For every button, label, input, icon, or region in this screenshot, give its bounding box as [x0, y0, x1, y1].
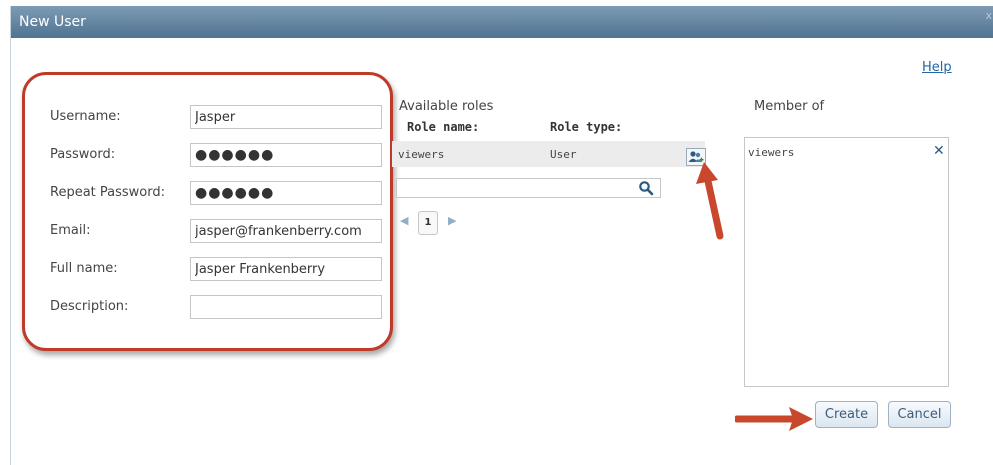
email-row: Email: — [50, 219, 382, 243]
roles-table-header: Role name: Role type: — [397, 120, 717, 140]
role-search-input[interactable] — [397, 179, 635, 197]
repeat-password-label: Repeat Password: — [50, 185, 165, 200]
email-input[interactable] — [190, 219, 382, 243]
role-search-field[interactable] — [396, 178, 661, 198]
email-label: Email: — [50, 223, 91, 238]
pager-page-1[interactable]: 1 — [418, 211, 438, 235]
cancel-button[interactable]: Cancel — [888, 401, 951, 428]
member-of-list: viewers ✕ — [744, 137, 949, 387]
description-input[interactable] — [190, 295, 382, 319]
close-button[interactable]: x — [985, 9, 992, 22]
dialog-titlebar[interactable]: New User x — [11, 6, 993, 38]
role-name-header: Role name: — [407, 120, 480, 134]
pager-prev-button[interactable]: ◀ — [400, 214, 408, 227]
password-input[interactable] — [190, 143, 382, 167]
repeat-password-row: Repeat Password: — [50, 181, 382, 205]
member-of-title: Member of — [754, 99, 825, 114]
remove-membership-button[interactable]: ✕ — [933, 143, 945, 159]
username-row: Username: — [50, 105, 382, 129]
repeat-password-input[interactable] — [190, 181, 382, 205]
description-label: Description: — [50, 299, 129, 314]
username-input[interactable] — [190, 105, 382, 129]
pager-next-button[interactable]: ▶ — [448, 214, 456, 227]
dialog-title: New User — [19, 14, 86, 30]
password-row: Password: — [50, 143, 382, 167]
create-button[interactable]: Create — [815, 401, 878, 428]
role-type-cell: User — [550, 148, 577, 161]
role-type-header: Role type: — [550, 120, 623, 134]
annotation-arrow-right — [735, 407, 813, 431]
annotation-arrow-up — [696, 162, 724, 240]
table-row[interactable]: viewers User — [392, 141, 705, 167]
user-details-form: Username: Password: Repeat Password: Ema… — [22, 72, 393, 351]
password-label: Password: — [50, 147, 116, 162]
fullname-label: Full name: — [50, 261, 118, 276]
help-link[interactable]: Help — [922, 60, 952, 75]
fullname-row: Full name: — [50, 257, 382, 281]
description-row: Description: — [50, 295, 382, 319]
search-icon[interactable] — [638, 180, 654, 196]
fullname-input[interactable] — [190, 257, 382, 281]
list-item: viewers — [748, 146, 795, 159]
role-name-cell: viewers — [398, 148, 445, 161]
username-label: Username: — [50, 109, 121, 124]
available-roles-title: Available roles — [399, 99, 494, 114]
